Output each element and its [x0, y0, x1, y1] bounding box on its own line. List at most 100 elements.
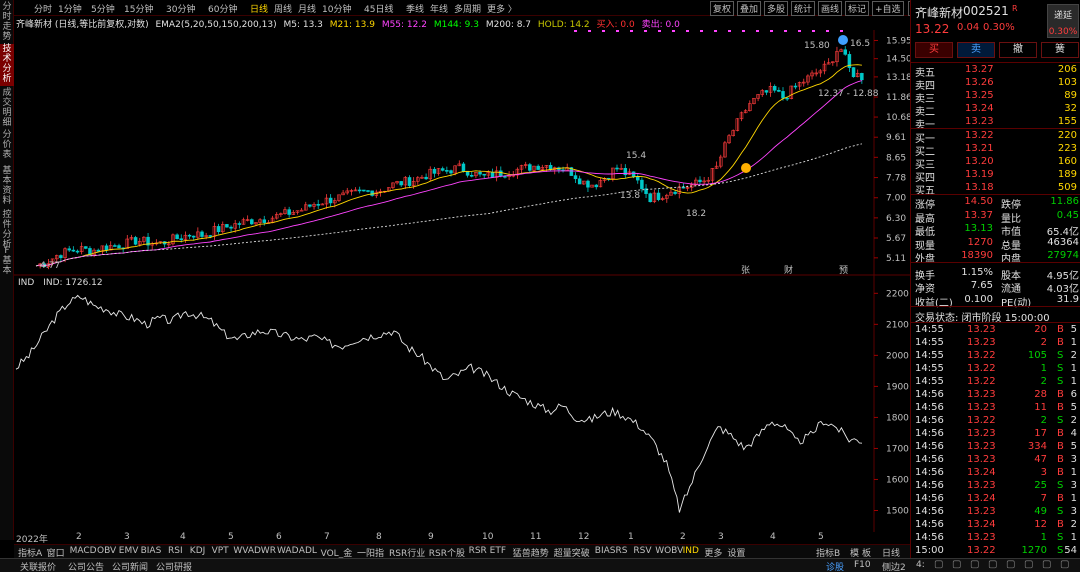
period-tab-9[interactable]: 10分钟: [322, 2, 351, 15]
buy-signal-icon[interactable]: [741, 163, 751, 173]
status-right-2[interactable]: 侧边2: [882, 560, 906, 572]
indicator-tab-5[interactable]: BIAS: [141, 546, 162, 556]
status-icon[interactable]: ▢: [1042, 559, 1051, 570]
status-icon[interactable]: ▢: [952, 559, 961, 570]
bids-row[interactable]: 买四 13.19 189: [911, 169, 1080, 184]
left-tab-2[interactable]: 成交明细: [0, 88, 14, 128]
tick-time: 15:00: [915, 545, 944, 556]
status-right-1[interactable]: F10: [854, 560, 871, 570]
toolbar-btn-5[interactable]: 标记: [845, 1, 870, 16]
candle-body: [250, 219, 254, 225]
marker-zhang[interactable]: 张: [741, 265, 750, 276]
status-link-3[interactable]: 公司研报: [156, 560, 192, 572]
bids-row[interactable]: 买一 13.22 220: [911, 130, 1080, 145]
period-tab-12[interactable]: 年线: [430, 2, 448, 15]
ind-y-tick-label: 1500: [886, 506, 909, 516]
period-tab-0[interactable]: 分时: [34, 2, 52, 15]
period-tab-2[interactable]: 5分钟: [91, 2, 115, 15]
tick-count: 2: [1070, 519, 1077, 530]
indicator-tab-22[interactable]: WOBV: [655, 546, 683, 556]
stat-value: 13.37: [964, 209, 993, 221]
indicator-tab-2[interactable]: MACD: [70, 546, 97, 556]
toolbar-btn-3[interactable]: 统计: [791, 1, 816, 16]
period-tab-8[interactable]: 月线: [298, 2, 316, 15]
status-icon[interactable]: ▢: [1060, 559, 1069, 570]
bids-row[interactable]: 买二 13.21 223: [911, 143, 1080, 158]
left-tab-5[interactable]: 控件分析: [0, 210, 14, 250]
status-icon[interactable]: ▢: [1006, 559, 1015, 570]
indicator-tab-17[interactable]: RSR ETF: [469, 546, 506, 556]
indicator-tab-11[interactable]: WAD: [277, 546, 299, 556]
status-link-0[interactable]: 关联报价: [20, 560, 56, 572]
indicator-tab-20[interactable]: BIASRS: [595, 546, 628, 556]
indicator-tab-12[interactable]: ADL: [299, 546, 317, 556]
quote-panel: 齐峰新材 002521 R 递延 0.30% 13.22 0.04 0.30% …: [910, 0, 1080, 558]
indicator-tab-6[interactable]: RSI: [168, 546, 183, 556]
sell-button[interactable]: 卖: [957, 42, 995, 58]
asks-row[interactable]: 卖四 13.26 103: [911, 77, 1080, 92]
indicator-tab-23[interactable]: IND: [683, 546, 699, 556]
tick-volume: 7: [1040, 493, 1047, 504]
asks-row[interactable]: 卖五 13.27 206: [911, 64, 1080, 79]
status-link-1[interactable]: 公司公告: [68, 560, 104, 572]
status-right-3[interactable]: 4:: [916, 560, 925, 570]
indicator-tab-4[interactable]: EMV: [119, 546, 139, 556]
asks-row[interactable]: 卖三 13.25 89: [911, 90, 1080, 105]
left-tab-6[interactable]: F基本: [0, 246, 14, 276]
period-tab-6[interactable]: 日线: [250, 2, 268, 15]
signal-mark: [770, 30, 773, 32]
candle-body: [237, 223, 242, 225]
status-icon[interactable]: ▢: [1024, 559, 1033, 570]
period-tab-5[interactable]: 60分钟: [208, 2, 237, 15]
candle-body: [262, 219, 267, 223]
peak-signal-icon[interactable]: [838, 35, 848, 45]
indicator-tab-8[interactable]: VPT: [212, 546, 229, 556]
ind-y-tick-label: 1900: [886, 382, 909, 392]
toolbar-btn-6[interactable]: +自选: [872, 1, 904, 16]
period-tab-7[interactable]: 周线: [274, 2, 292, 15]
indicator-tab-10[interactable]: WR: [261, 546, 276, 556]
marker-yu[interactable]: 预: [839, 265, 848, 276]
left-tab-4[interactable]: 基本资料: [0, 166, 14, 208]
buy-button[interactable]: 买: [915, 42, 953, 58]
toolbar-btn-2[interactable]: 多股: [764, 1, 789, 16]
status-link-2[interactable]: 公司新闻: [112, 560, 148, 572]
trade-state: 交易状态: 闭市阶段 15:00:00: [911, 309, 1080, 324]
toolbar-btn-1[interactable]: 叠加: [737, 1, 762, 16]
toolbar-btn-0[interactable]: 复权: [710, 1, 735, 16]
m21-value: M21: 13.9: [329, 20, 375, 30]
tick-row: 14:56 13.23 11 B 5: [911, 402, 1080, 415]
price-chart[interactable]: 15.95 14.50 13.18 11.86 10.68 9.61 8.65 7.78 7.0…: [14, 30, 910, 276]
period-tab-14[interactable]: 更多 〉: [487, 2, 517, 15]
left-tab-1[interactable]: 技术分析: [0, 44, 14, 86]
asks-row[interactable]: 卖二 13.24 32: [911, 103, 1080, 118]
tick-count: 1: [1070, 493, 1077, 504]
ind-y-tick-label: 2200: [886, 289, 909, 299]
more-button[interactable]: 簧: [1041, 42, 1079, 58]
indicator-tab-3[interactable]: OBV: [97, 546, 116, 556]
toolbar-btn-4[interactable]: 画线: [818, 1, 843, 16]
marker-cai[interactable]: 财: [784, 264, 793, 276]
indicator-tab-7[interactable]: KDJ: [190, 546, 206, 556]
status-right-0[interactable]: 诊股: [826, 560, 844, 572]
period-tab-4[interactable]: 30分钟: [166, 2, 195, 15]
ind-chart[interactable]: 2200 2100 2000 1900 1800 1700 1600 1500: [14, 276, 910, 532]
period-tab-3[interactable]: 15分钟: [124, 2, 153, 15]
period-tab-1[interactable]: 1分钟: [58, 2, 82, 15]
period-tab-10[interactable]: 45日线: [364, 2, 393, 15]
status-icon[interactable]: ▢: [934, 559, 943, 570]
period-tab-13[interactable]: 多周期: [454, 2, 481, 15]
bids-row[interactable]: 买三 13.20 160: [911, 156, 1080, 171]
status-icon[interactable]: ▢: [988, 559, 997, 570]
tick-time: 14:56: [915, 532, 944, 543]
cancel-button[interactable]: 撤: [999, 42, 1037, 58]
ema-label[interactable]: EMA2(5,20,50,150,200,13): [155, 20, 276, 30]
x-tick-label: 4: [770, 532, 776, 542]
indicator-tab-21[interactable]: RSV: [633, 546, 651, 556]
tick-side: S: [1057, 350, 1064, 361]
left-tab-0[interactable]: 分时走势: [0, 2, 14, 42]
indicator-tab-9[interactable]: WVAD: [233, 546, 261, 556]
left-tab-3[interactable]: 分价表: [0, 130, 14, 164]
period-tab-11[interactable]: 季线: [406, 2, 424, 15]
status-icon[interactable]: ▢: [970, 559, 979, 570]
